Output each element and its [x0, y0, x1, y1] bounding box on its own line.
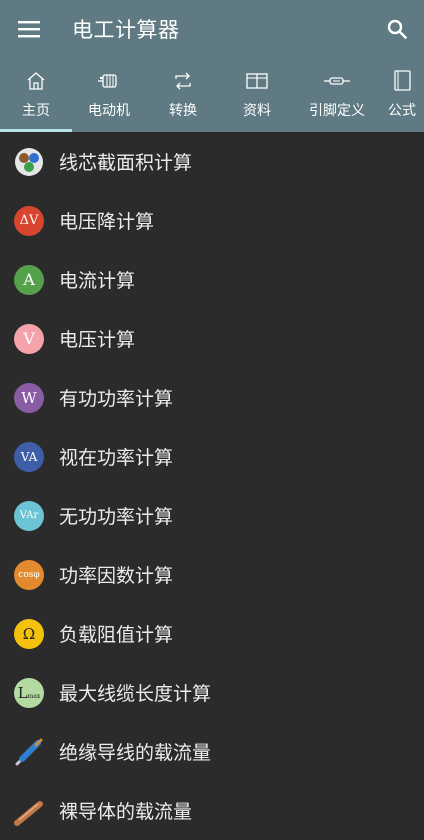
power-factor-icon: cosφ — [14, 559, 44, 590]
list-item[interactable]: 绝缘导线的载流量 — [0, 722, 424, 781]
list-item-label: 功率因数计算 — [59, 565, 174, 587]
app-title: 电工计算器 — [72, 18, 180, 42]
list-item-label: 线芯截面积计算 — [59, 152, 193, 174]
list-item-label: 电压计算 — [59, 329, 136, 351]
tab-convert[interactable]: 转换 — [146, 58, 220, 132]
list-item-label: 最大线缆长度计算 — [59, 683, 212, 705]
tab-bar: 主页 电动机 转换 资料 引脚定义 公式 — [0, 58, 424, 132]
tab-home[interactable]: 主页 — [0, 58, 72, 132]
list-item-label: 有功功率计算 — [59, 388, 174, 410]
menu-button[interactable] — [0, 0, 58, 58]
home-icon — [26, 70, 46, 92]
voltage-icon: V — [14, 323, 44, 354]
convert-icon — [173, 70, 193, 92]
insulated-wire-icon — [14, 737, 44, 767]
current-icon: A — [14, 264, 44, 295]
app-bar: 电工计算器 — [0, 0, 424, 58]
list-item[interactable]: cosφ 功率因数计算 — [0, 545, 424, 604]
list-item-label: 视在功率计算 — [59, 447, 174, 469]
list-item[interactable]: VAr 无功功率计算 — [0, 486, 424, 545]
bare-conductor-icon — [14, 796, 44, 826]
search-button[interactable] — [382, 14, 412, 44]
icon-glyph: VAr — [19, 510, 39, 521]
tab-pinout[interactable]: 引脚定义 — [294, 58, 380, 132]
formula-book-icon — [392, 70, 412, 92]
tab-label: 引脚定义 — [309, 103, 365, 119]
calculator-list: 线芯截面积计算 ΔV 电压降计算 A 电流计算 V 电压计算 W 有功功率计算 … — [0, 132, 424, 840]
list-item-label: 电压降计算 — [59, 211, 155, 233]
icon-glyph: L — [17, 683, 28, 702]
list-item[interactable]: 线芯截面积计算 — [0, 132, 424, 191]
list-item[interactable]: ΔV 电压降计算 — [0, 191, 424, 250]
tab-label: 电动机 — [88, 103, 130, 119]
search-icon — [387, 19, 407, 39]
icon-glyph: VA — [20, 449, 38, 464]
list-item[interactable]: V 电压计算 — [0, 309, 424, 368]
tab-reference[interactable]: 资料 — [220, 58, 294, 132]
resistance-icon: Ω — [14, 618, 44, 649]
list-item[interactable]: VA 视在功率计算 — [0, 427, 424, 486]
list-item-label: 电流计算 — [59, 270, 136, 292]
book-open-icon — [246, 70, 268, 92]
list-item-label: 裸导体的载流量 — [59, 801, 193, 823]
list-item[interactable]: Ω 负载阻值计算 — [0, 604, 424, 663]
voltage-drop-icon: ΔV — [14, 205, 44, 236]
apparent-power-icon: VA — [14, 441, 44, 472]
tab-label: 转换 — [169, 103, 197, 119]
list-item-label: 无功功率计算 — [59, 506, 174, 528]
wire-cross-section-icon — [14, 147, 44, 177]
icon-glyph: W — [21, 388, 37, 407]
motor-icon — [97, 70, 121, 92]
list-item-label: 负载阻值计算 — [59, 624, 174, 646]
list-item[interactable]: W 有功功率计算 — [0, 368, 424, 427]
reactive-power-icon: VAr — [14, 500, 44, 531]
icon-glyph: cosφ — [18, 569, 40, 580]
connector-icon — [323, 70, 351, 92]
hamburger-icon — [18, 21, 40, 38]
icon-glyph-subscript: max — [27, 693, 41, 700]
tab-label: 主页 — [22, 103, 50, 119]
tab-label: 公式 — [388, 103, 416, 119]
list-item-label: 绝缘导线的载流量 — [59, 742, 212, 764]
active-power-icon: W — [14, 382, 44, 413]
icon-glyph: ΔV — [19, 213, 39, 228]
list-item[interactable]: Lmax 最大线缆长度计算 — [0, 663, 424, 722]
list-item[interactable]: 裸导体的载流量 — [0, 781, 424, 840]
max-cable-length-icon: Lmax — [14, 677, 44, 708]
tab-label: 资料 — [243, 103, 271, 119]
icon-glyph: Ω — [22, 624, 36, 643]
list-item[interactable]: A 电流计算 — [0, 250, 424, 309]
tab-motor[interactable]: 电动机 — [72, 58, 146, 132]
icon-glyph: A — [23, 270, 35, 289]
icon-glyph: V — [23, 329, 35, 348]
tab-formula[interactable]: 公式 — [380, 58, 424, 132]
